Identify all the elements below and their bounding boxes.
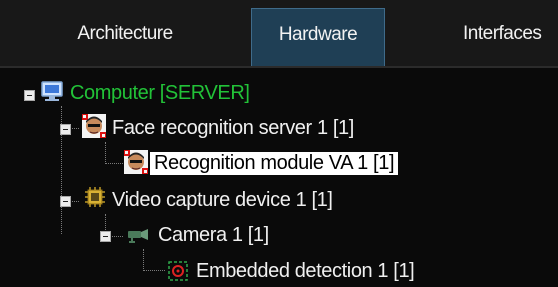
tree-node-label: Computer [SERVER] bbox=[70, 81, 250, 104]
tree-connector-line bbox=[143, 249, 144, 271]
collapse-icon[interactable] bbox=[60, 124, 71, 135]
embedded-detection-icon bbox=[168, 261, 188, 281]
tree-connector-line bbox=[143, 270, 165, 271]
collapse-icon[interactable] bbox=[60, 196, 71, 207]
tree-node-label: Embedded detection 1 [1] bbox=[196, 259, 415, 282]
tree-node-label: Recognition module VA 1 [1] bbox=[150, 151, 399, 175]
tree-connector-line bbox=[105, 142, 106, 164]
tree-node-label: Camera 1 [1] bbox=[158, 223, 269, 246]
collapse-icon[interactable] bbox=[24, 90, 35, 101]
camera-icon bbox=[128, 229, 148, 243]
tab-interfaces[interactable]: Interfaces bbox=[430, 8, 558, 66]
tree-node-face-recognition-server[interactable]: Face recognition server 1 [1] bbox=[108, 115, 358, 141]
computer-icon bbox=[41, 81, 63, 101]
device-tree[interactable]: Computer [SERVER] Face recognition serve… bbox=[0, 68, 558, 287]
video-capture-device-icon bbox=[85, 187, 105, 207]
hardware-tree-panel: Architecture Hardware Interfaces Compute… bbox=[0, 0, 558, 287]
tree-node-camera[interactable]: Camera 1 [1] bbox=[154, 222, 273, 248]
collapse-icon[interactable] bbox=[100, 231, 111, 242]
tree-node-computer[interactable]: Computer [SERVER] bbox=[66, 80, 254, 106]
face-recognition-icon bbox=[124, 150, 148, 174]
tab-hardware[interactable]: Hardware bbox=[251, 8, 385, 66]
tree-connector-line bbox=[105, 163, 123, 164]
tab-bar: Architecture Hardware Interfaces bbox=[0, 0, 558, 67]
tree-node-embedded-detection[interactable]: Embedded detection 1 [1] bbox=[192, 258, 418, 284]
tree-node-video-capture-device[interactable]: Video capture device 1 [1] bbox=[108, 187, 337, 213]
tree-node-recognition-module[interactable]: Recognition module VA 1 [1] bbox=[150, 150, 399, 176]
tab-architecture[interactable]: Architecture bbox=[0, 8, 250, 66]
tree-node-label: Face recognition server 1 [1] bbox=[112, 116, 354, 139]
face-recognition-icon bbox=[82, 114, 106, 138]
tree-node-label: Video capture device 1 [1] bbox=[112, 188, 333, 211]
